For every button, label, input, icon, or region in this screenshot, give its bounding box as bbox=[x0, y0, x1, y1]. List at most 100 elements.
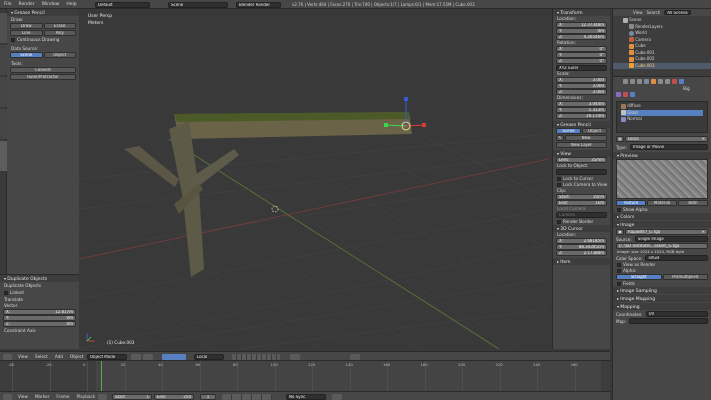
timeline[interactable]: -40 -20 0 20 40 60 80 100 120 140 160 180 200 220 240 2… bbox=[0, 360, 610, 391]
render-engine-select[interactable]: Blender Render bbox=[236, 1, 281, 8]
lock-camera-checkbox[interactable]: Lock Camera to View bbox=[553, 181, 610, 188]
scene-select[interactable]: Scene bbox=[168, 1, 228, 8]
menu-render[interactable]: Render bbox=[19, 1, 35, 8]
outliner-item-cube-003[interactable]: Cube.003 bbox=[613, 62, 711, 69]
fields-checkbox[interactable]: Fields bbox=[613, 280, 711, 287]
image-mapping-header[interactable]: Image Mapping bbox=[613, 295, 711, 302]
screen-layout-select[interactable]: Default bbox=[95, 1, 150, 8]
texture-name-field[interactable]: Gloss ✕ bbox=[625, 136, 708, 142]
playback-controls[interactable] bbox=[222, 393, 272, 400]
grease-new-button[interactable]: New bbox=[565, 135, 607, 141]
scene-tab-icon[interactable] bbox=[637, 78, 642, 84]
world-tab-icon[interactable] bbox=[644, 78, 649, 84]
end-frame-field[interactable]: End: 250 bbox=[154, 393, 194, 400]
image-sampling-header[interactable]: Image Sampling bbox=[613, 287, 711, 294]
mode-select[interactable]: Object Mode bbox=[87, 353, 127, 360]
timeline-view-menu[interactable]: View bbox=[18, 393, 28, 400]
pencil-icon[interactable]: ✎ bbox=[556, 135, 564, 141]
manipulator-toggle[interactable] bbox=[162, 353, 186, 360]
select-menu[interactable]: Select bbox=[35, 353, 48, 360]
outliner-view-menu[interactable]: View bbox=[633, 10, 643, 15]
slot-normal[interactable]: Normal bbox=[621, 116, 703, 123]
start-frame-field[interactable]: Start: 1 bbox=[112, 393, 152, 400]
draw-button[interactable]: Draw bbox=[10, 23, 43, 29]
coordinates-select[interactable]: UV bbox=[645, 311, 708, 317]
alpha-checkbox[interactable]: Alpha: bbox=[613, 267, 711, 274]
timeline-frame-menu[interactable]: Frame bbox=[56, 393, 69, 400]
mapping-header[interactable]: Mapping bbox=[613, 303, 711, 310]
colors-header[interactable]: Colors bbox=[613, 213, 711, 220]
timeline-playback-menu[interactable]: Playback bbox=[76, 393, 95, 400]
transform-header[interactable]: Transform bbox=[553, 9, 610, 16]
object-menu[interactable]: Object bbox=[70, 353, 84, 360]
image-browse-icon[interactable]: ▣ bbox=[616, 229, 624, 235]
3d-cursor-header[interactable]: 3D Cursor bbox=[553, 225, 610, 232]
object-tab-icon[interactable] bbox=[651, 78, 656, 84]
cursor-z-field[interactable]: Z: 2.17388m bbox=[556, 250, 607, 256]
grease-pencil-layers-header[interactable]: Grease Pencil bbox=[553, 121, 610, 128]
gizmo-z-handle[interactable] bbox=[404, 97, 408, 101]
linked-checkbox[interactable]: Linked bbox=[0, 289, 79, 296]
add-menu[interactable]: Add bbox=[55, 353, 63, 360]
grease-object-button[interactable]: Object bbox=[582, 128, 607, 134]
record-button[interactable] bbox=[98, 393, 107, 400]
texture-tab-icon[interactable] bbox=[679, 78, 684, 84]
transform-orientation-select[interactable]: Local bbox=[194, 353, 224, 360]
3d-viewport[interactable]: User Persp Meters (1) Cube.003 bbox=[79, 9, 549, 349]
texture-browse-icon[interactable]: ▦ bbox=[616, 136, 624, 142]
vtab-tools[interactable] bbox=[0, 13, 7, 43]
sync-mode-select[interactable]: No Sync bbox=[286, 393, 326, 400]
keying-icon[interactable] bbox=[332, 393, 342, 400]
editor-type-icon[interactable] bbox=[3, 353, 12, 360]
timeline-editor-type-icon[interactable] bbox=[3, 393, 12, 400]
render-tab-icon[interactable] bbox=[623, 78, 628, 84]
snap-toggle[interactable] bbox=[290, 353, 300, 360]
texture-type-select[interactable]: Image or Movie bbox=[630, 144, 708, 150]
grease-pencil-header[interactable]: Grease Pencil bbox=[7, 9, 79, 16]
vtab-relations[interactable] bbox=[0, 77, 7, 107]
brush-texture-icon[interactable] bbox=[630, 92, 635, 97]
image-name-field[interactable]: RapaBkt7_G.tga ✕ bbox=[625, 229, 708, 235]
erase-button[interactable]: Erase bbox=[43, 23, 76, 29]
convert-button[interactable]: Convert bbox=[10, 67, 76, 73]
redo-panel-header[interactable]: Duplicate Objects bbox=[0, 275, 79, 282]
alpha-premultiplied-button[interactable]: Premultiplied bbox=[662, 274, 708, 280]
layer-buttons[interactable] bbox=[232, 353, 280, 360]
grease-scene-button[interactable]: Scene bbox=[556, 128, 581, 134]
ruler-button[interactable]: Ruler/Protractor bbox=[10, 74, 76, 80]
timeline-marker-menu[interactable]: Marker bbox=[35, 393, 49, 400]
menu-window[interactable]: Window bbox=[42, 1, 60, 8]
outliner-search-menu[interactable]: Search bbox=[647, 10, 661, 15]
shading-select[interactable] bbox=[131, 353, 141, 360]
view-header[interactable]: View bbox=[553, 150, 610, 157]
rotation-z-field[interactable]: Z: 0° bbox=[556, 58, 607, 64]
source-scene-button[interactable]: Scene bbox=[10, 52, 43, 58]
current-frame-line[interactable] bbox=[101, 361, 102, 391]
world-texture-icon[interactable] bbox=[616, 92, 621, 97]
preview-both-button[interactable]: Both bbox=[678, 200, 708, 206]
menu-file[interactable]: File bbox=[4, 1, 12, 8]
render-preview-icon[interactable] bbox=[350, 353, 360, 360]
uv-map-select[interactable] bbox=[629, 318, 708, 324]
image-source-select[interactable]: Single Image bbox=[634, 236, 708, 242]
dimension-z-field[interactable]: Z: 19.174m bbox=[556, 113, 607, 119]
pivot-select[interactable] bbox=[143, 353, 153, 360]
outliner-display-mode[interactable]: All Scenes bbox=[664, 10, 691, 15]
item-header[interactable]: Item bbox=[553, 258, 610, 265]
render-border-checkbox[interactable]: Render Border bbox=[553, 218, 610, 225]
view-menu[interactable]: View bbox=[18, 353, 28, 360]
new-layer-button[interactable]: New Layer bbox=[556, 142, 607, 148]
preview-header[interactable]: Preview bbox=[613, 152, 711, 159]
modifiers-tab-icon[interactable] bbox=[665, 78, 670, 84]
source-object-button[interactable]: Object bbox=[43, 52, 76, 58]
image-header[interactable]: Image bbox=[613, 221, 711, 228]
material-texture-icon[interactable] bbox=[623, 92, 628, 97]
menu-help[interactable]: Help bbox=[66, 1, 76, 8]
vtab-create[interactable] bbox=[0, 45, 7, 75]
current-frame-field[interactable]: 1 bbox=[200, 393, 216, 400]
vtab-grease-pencil[interactable] bbox=[0, 141, 7, 171]
constraints-tab-icon[interactable] bbox=[658, 78, 663, 84]
gizmo-y-handle[interactable] bbox=[384, 123, 388, 127]
material-tab-icon[interactable] bbox=[672, 78, 677, 84]
layers-tab-icon[interactable] bbox=[630, 78, 635, 84]
